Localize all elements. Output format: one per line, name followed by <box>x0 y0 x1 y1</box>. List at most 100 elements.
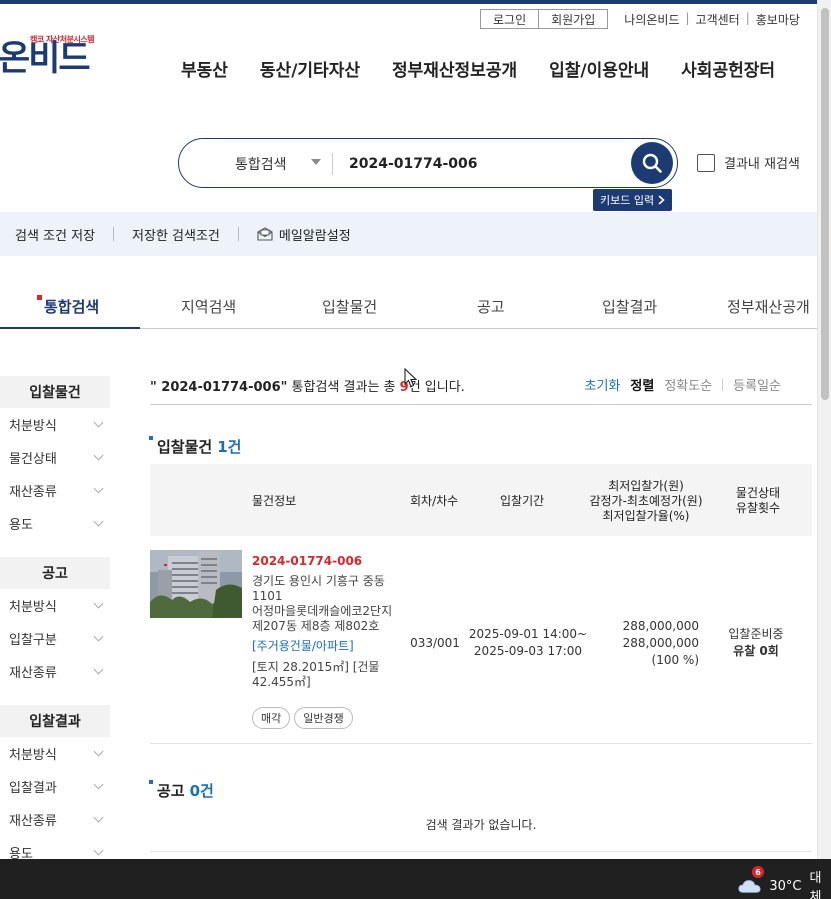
chevron-down-icon <box>93 746 104 757</box>
keyboard-input-label: 키보드 입력 <box>600 194 655 207</box>
gnb-social-market[interactable]: 사회공헌장터 <box>681 56 775 81</box>
promotion-link[interactable]: 홍보마당 <box>756 11 800 28</box>
keyboard-input-button[interactable]: 키보드 입력 <box>593 189 673 211</box>
summary-mid: 통합검색 결과는 총 <box>287 380 400 395</box>
search-button[interactable] <box>631 142 673 184</box>
table-row[interactable]: 2024-01774-006 경기도 용인시 기흥구 중동 1101 어정마을롯… <box>150 536 812 744</box>
address-line: 1101 <box>252 589 283 603</box>
active-dot <box>37 295 42 300</box>
chevron-down-icon <box>93 516 104 527</box>
vertical-scrollbar[interactable] <box>817 0 831 859</box>
appraisal-price: 288,000,000 <box>622 636 699 650</box>
chevron-right-icon <box>658 195 665 205</box>
customer-center-link[interactable]: 고객센터 <box>696 11 740 28</box>
col-price-line: 감정가-최초예정가(원) <box>589 494 703 508</box>
mail-alarm-label: 메일알람설정 <box>278 228 351 244</box>
checkbox-icon[interactable] <box>697 153 715 172</box>
caret-down-icon[interactable] <box>311 159 321 165</box>
chevron-down-icon <box>93 483 104 494</box>
filter-disposal[interactable]: 처분방식 <box>0 589 110 622</box>
scrollbar-thumb[interactable] <box>821 8 829 400</box>
mail-alarm-button[interactable]: 메일알람설정 <box>257 225 351 244</box>
active-tab-underline <box>0 327 140 329</box>
filter-asset-type[interactable]: 재산종류 <box>0 655 110 688</box>
filter-bid-type[interactable]: 입찰구분 <box>0 622 110 655</box>
section-title-text: 입찰물건 <box>157 438 213 456</box>
notification-badge: 6 <box>752 866 764 878</box>
filter-result[interactable]: 입찰결과 <box>0 770 110 803</box>
filter-disposal[interactable]: 처분방식 <box>0 737 110 770</box>
saved-search-bar: 검색 조건 저장 저장한 검색조건 메일알람설정 <box>0 212 817 256</box>
filter-sidebar: 입찰물건 처분방식 물건상태 재산종류 용도 공고 처분방식 입찰구분 재산종류… <box>0 376 110 859</box>
section-title-notice: 공고 0건 <box>149 780 214 801</box>
research-label: 결과내 재검색 <box>724 157 800 172</box>
divider <box>332 153 333 175</box>
period-start: 2025-09-01 14:00~ <box>468 627 588 641</box>
filter-asset-type[interactable]: 재산종류 <box>0 803 110 836</box>
research-checkbox[interactable]: 결과내 재검색 <box>697 153 800 172</box>
tab-bid-result[interactable]: 입찰결과 <box>602 296 657 317</box>
tab-notice[interactable]: 공고 <box>477 296 505 317</box>
area-line: 42.455㎡] <box>252 675 311 689</box>
address-line: 제207동 제8층 제802호 <box>252 619 380 633</box>
tag-chips: 매각 일반경쟁 <box>252 707 353 729</box>
filter-asset-type[interactable]: 재산종류 <box>0 474 110 507</box>
gnb-public-property[interactable]: 정부재산정보공개 <box>392 56 517 81</box>
weather-desc: 대체 <box>809 871 822 899</box>
address-line: 경기도 용인시 기흥구 중동 <box>252 574 385 588</box>
col-price: 최저입찰가(원) 감정가-최초예정가(원) 최저입찰가율(%) <box>582 479 710 524</box>
login-button[interactable]: 로그인 <box>480 9 540 29</box>
gnb-real-estate[interactable]: 부동산 <box>181 56 228 81</box>
divider <box>150 851 812 852</box>
sort-regdate[interactable]: 등록일순 <box>733 375 781 394</box>
tab-region[interactable]: 지역검색 <box>181 296 236 317</box>
filter-label: 처분방식 <box>9 419 57 434</box>
tab-public-property[interactable]: 정부재산공개 <box>727 296 810 317</box>
sort-options: 초기화 정렬 정확도순 등록일순 <box>585 375 781 394</box>
my-onbid-link[interactable]: 나의온비드 <box>624 11 679 28</box>
filter-usage[interactable]: 용도 <box>0 507 110 540</box>
gnb-movable-assets[interactable]: 동산/기타자산 <box>260 56 360 81</box>
status-cell: 입찰준비중 유찰 0회 <box>720 626 792 660</box>
section-title-text: 공고 <box>157 782 185 800</box>
mail-icon <box>257 227 273 241</box>
temperature: 30°C <box>769 878 802 894</box>
tab-bid-items[interactable]: 입찰물건 <box>322 296 377 317</box>
onbid-logo[interactable]: 캠코 자산처분시스템 온비드 <box>0 30 98 78</box>
chevron-down-icon <box>93 812 104 823</box>
filter-usage[interactable]: 용도 <box>0 836 110 859</box>
table-header: 물건정보 회차/차수 입찰기간 최저입찰가(원) 감정가-최초예정가(원) 최저… <box>150 464 812 536</box>
filter-status[interactable]: 물건상태 <box>0 441 110 474</box>
filter-disposal[interactable]: 처분방식 <box>0 408 110 441</box>
period-cell: 2025-09-01 14:00~ 2025-09-03 17:00 <box>468 626 588 660</box>
chevron-down-icon <box>93 450 104 461</box>
page: 로그인 회원가입 나의온비드 | 고객센터 | 홍보마당 캠코 자산처분시스템 … <box>0 4 817 859</box>
filter-label: 입찰구분 <box>9 633 57 648</box>
col-price-line: 최저입찰가(원) <box>608 479 684 493</box>
tab-integrated[interactable]: 통합검색 <box>37 295 99 317</box>
property-number-link[interactable]: 2024-01774-006 <box>252 554 402 569</box>
os-taskbar: 30°C 대체 <box>0 859 831 899</box>
summary-query: " 2024-01774-006" <box>150 380 288 395</box>
chip-competition: 일반경쟁 <box>294 707 353 729</box>
filter-label: 물건상태 <box>9 452 57 467</box>
search-tabs: 통합검색 지역검색 입찰물건 공고 입찰결과 정부재산공개 <box>0 290 817 329</box>
save-condition-button[interactable]: 검색 조건 저장 <box>15 225 95 244</box>
search-input[interactable] <box>349 152 619 176</box>
usage-link[interactable]: [주거용건물/아파트] <box>252 639 402 654</box>
filter-label: 처분방식 <box>9 600 57 615</box>
search-box: 통합검색 <box>178 138 678 188</box>
search-scope-select[interactable]: 통합검색 <box>235 154 287 174</box>
filter-label: 재산종류 <box>9 814 57 829</box>
property-photo[interactable] <box>150 550 242 618</box>
sort-accuracy[interactable]: 정확도순 <box>664 375 712 394</box>
filter-group-title: 입찰물건 <box>0 376 110 408</box>
utility-nav: 로그인 회원가입 나의온비드 | 고객센터 | 홍보마당 <box>480 9 800 29</box>
section-title-bid: 입찰물건 1건 <box>148 436 242 457</box>
gnb-bid-guide[interactable]: 입찰/이용안내 <box>549 56 649 81</box>
saved-conditions-button[interactable]: 저장한 검색조건 <box>132 225 220 244</box>
reset-button[interactable]: 초기화 <box>585 375 621 394</box>
join-button[interactable]: 회원가입 <box>539 9 609 29</box>
divider <box>237 227 239 241</box>
section-count: 1건 <box>217 438 242 456</box>
